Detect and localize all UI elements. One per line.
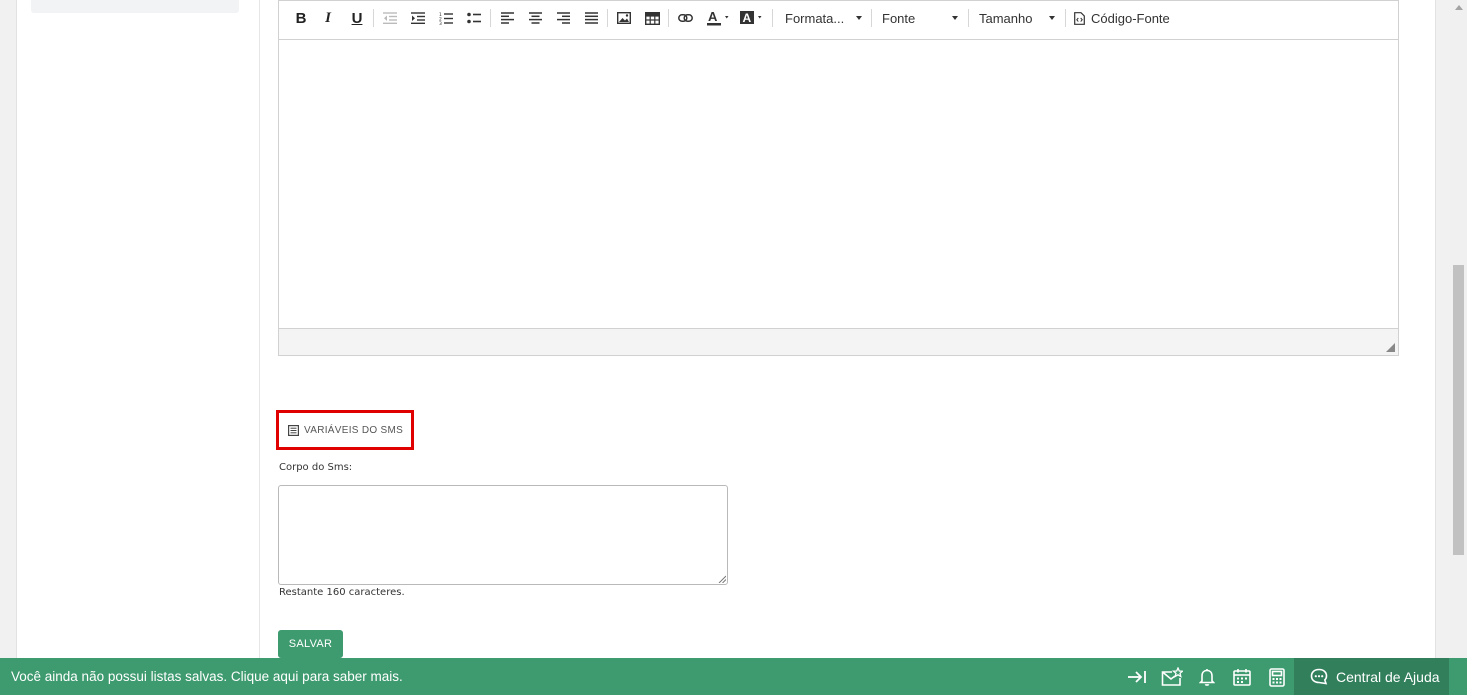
text-color-button[interactable]: A [704, 7, 734, 29]
sms-body-label: Corpo do Sms: [279, 462, 353, 473]
align-left-button[interactable] [495, 7, 519, 29]
svg-text:A: A [743, 11, 752, 25]
chevron-down-icon [856, 16, 862, 20]
source-code-button[interactable]: Código-Fonte [1074, 7, 1170, 29]
calculator-icon[interactable] [1266, 666, 1288, 688]
help-center-label: Central de Ajuda [1336, 668, 1440, 685]
bold-icon: B [295, 9, 307, 27]
align-justify-icon [584, 12, 598, 24]
underline-icon: U [351, 9, 363, 27]
sms-variables-button[interactable]: VARIÁVEIS DO SMS [282, 416, 408, 444]
italic-icon: I [325, 9, 331, 26]
left-sidebar-box [31, 0, 239, 13]
bottom-bar: Você ainda não possui listas salvas. Cli… [0, 658, 1467, 695]
textarea-resize-icon[interactable] [718, 575, 726, 583]
save-button[interactable]: SALVAR [278, 630, 343, 658]
sms-variables-label: VARIÁVEIS DO SMS [304, 424, 404, 436]
size-dropdown-label: Tamanho [979, 10, 1033, 26]
italic-button[interactable]: I [316, 7, 340, 29]
align-right-button[interactable] [551, 7, 575, 29]
svg-text:3: 3 [439, 20, 442, 24]
resize-handle-icon[interactable] [1386, 343, 1395, 352]
chevron-down-icon [1049, 16, 1055, 20]
editor-content-area[interactable] [279, 40, 1398, 329]
background-color-icon: A [740, 11, 762, 25]
scroll-up-icon[interactable] [1455, 5, 1463, 10]
bullet-list-button[interactable] [462, 7, 486, 29]
sms-body-textarea[interactable] [278, 485, 728, 585]
indent-button[interactable] [406, 7, 430, 29]
scrollbar-thumb[interactable] [1453, 265, 1464, 555]
numbered-list-button[interactable]: 123 [434, 7, 458, 29]
bold-button[interactable]: B [289, 7, 313, 29]
source-code-label: Código-Fonte [1091, 10, 1170, 26]
align-justify-button[interactable] [579, 7, 603, 29]
table-button[interactable] [640, 7, 664, 29]
editor-toolbar: B I U 123 A A Formata... Fonte Tamanho C… [279, 1, 1398, 40]
indent-icon [411, 12, 425, 24]
font-dropdown[interactable]: Fonte [882, 7, 960, 29]
svg-text:A: A [708, 10, 718, 24]
link-icon [677, 14, 693, 22]
mail-star-icon[interactable] [1161, 666, 1183, 688]
help-center-button[interactable]: Central de Ajuda [1294, 658, 1449, 695]
align-center-button[interactable] [523, 7, 547, 29]
format-dropdown[interactable]: Formata... [785, 7, 863, 29]
text-color-icon: A [707, 10, 729, 26]
numbered-list-icon: 123 [439, 12, 453, 25]
table-icon [644, 11, 660, 25]
bullet-list-icon [467, 12, 481, 24]
underline-button[interactable]: U [345, 7, 369, 29]
rich-text-editor: B I U 123 A A Formata... Fonte Tamanho C… [278, 0, 1399, 356]
chevron-down-icon [952, 16, 958, 20]
outdent-button[interactable] [378, 7, 402, 29]
format-dropdown-label: Formata... [785, 10, 845, 26]
source-code-icon [1074, 11, 1085, 25]
calendar-icon[interactable] [1231, 666, 1253, 688]
left-column [17, 0, 260, 695]
list-icon [288, 424, 299, 436]
collapse-arrow-icon[interactable] [1126, 666, 1148, 688]
align-left-icon [500, 12, 514, 24]
background-color-button[interactable]: A [737, 7, 767, 29]
outdent-icon [383, 12, 397, 24]
editor-statusbar [279, 328, 1398, 355]
image-button[interactable] [612, 7, 636, 29]
align-center-icon [528, 12, 542, 24]
image-icon [617, 12, 631, 24]
page-scrollbar[interactable] [1450, 0, 1467, 695]
link-button[interactable] [673, 7, 697, 29]
remaining-characters: Restante 160 caracteres. [279, 587, 405, 598]
saved-lists-message[interactable]: Você ainda não possui listas salvas. Cli… [11, 658, 403, 695]
size-dropdown[interactable]: Tamanho [979, 7, 1057, 29]
align-right-icon [556, 12, 570, 24]
font-dropdown-label: Fonte [882, 10, 916, 26]
chat-icon [1310, 668, 1328, 685]
bell-icon[interactable] [1196, 666, 1218, 688]
